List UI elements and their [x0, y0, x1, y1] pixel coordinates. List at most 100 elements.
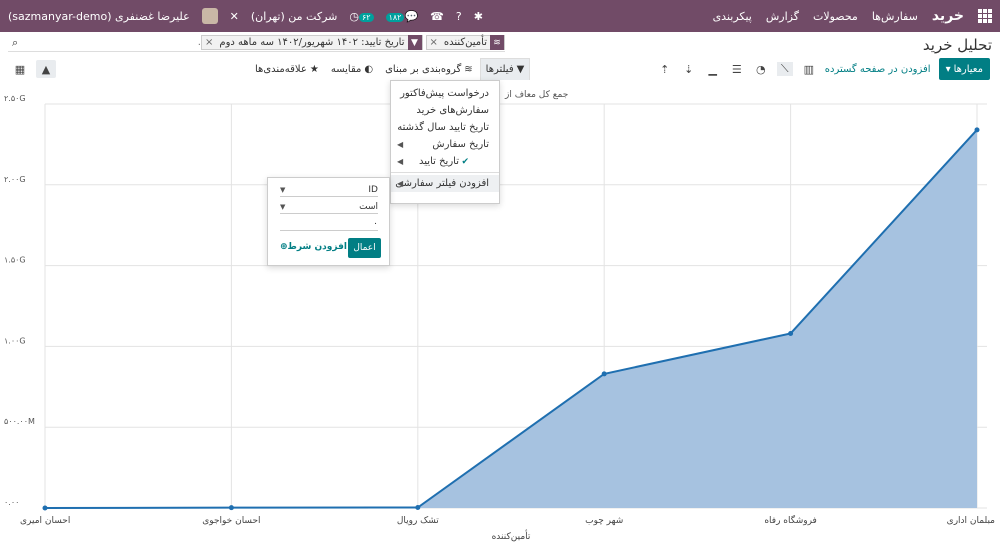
sort-ascending-icon[interactable]: ⇡ [657, 63, 673, 76]
stacked-icon[interactable]: ☰ [729, 63, 745, 76]
custom-filter-popup: ▼ ID ▼ است ۰ اعمال ⊕افزودن شرط [267, 177, 390, 266]
data-point [788, 330, 794, 336]
filter-item-confirm-date[interactable]: ✔ تاریخ تایید ◀ [391, 153, 499, 170]
view-switcher: ▦ ▲ [10, 60, 56, 78]
menu-reporting[interactable]: گزارش [766, 10, 799, 23]
x-tick-label: شهر چوب [585, 516, 623, 526]
avatar[interactable] [201, 8, 218, 24]
apps-menu-icon[interactable] [978, 9, 992, 23]
filter-item-last-year-confirm[interactable]: تاریخ تایید سال گذشته [391, 119, 499, 136]
data-point [601, 371, 607, 377]
activity-button[interactable]: ◷ ۶۲ [349, 9, 374, 23]
search-icon[interactable]: ⌕ [12, 36, 18, 50]
value-text: ۰ [373, 218, 378, 229]
field-select[interactable]: ▼ ID [280, 183, 378, 197]
messages-button[interactable]: ۱۸۲ 💬 [385, 9, 419, 23]
operator-select[interactable]: ▼ است [280, 200, 378, 214]
series-label: جمع کل معاف از [505, 90, 569, 100]
x-axis-label: تأمین‌کننده [492, 529, 531, 542]
phone-icon[interactable]: ☎ [430, 10, 444, 23]
layers-icon: ≋ [464, 63, 473, 75]
sort-descending-icon[interactable]: ⇣ [681, 63, 697, 76]
value-input[interactable]: ۰ [280, 217, 378, 231]
half-circle-icon: ◐ [364, 63, 374, 75]
filter-item-label: تاریخ تایید [419, 156, 459, 167]
filter-item-label: درخواست پیش‌فاکتور [400, 88, 489, 99]
add-condition-button[interactable]: ⊕افزودن شرط [280, 242, 347, 252]
apply-button[interactable]: اعمال [348, 238, 381, 258]
facet-vendor: ≋ تأمین‌کننده × [425, 35, 505, 50]
company-switcher[interactable]: شرکت من (تهران) [251, 10, 338, 23]
area-chart: ۰.۰۰ ۵۰۰.۰۰M ۱.۰۰G ۱.۵۰G ۲.۰۰G ۲.۵۰G احسان امی… [0, 80, 1000, 545]
pie-chart-icon[interactable]: ◔ [753, 63, 769, 76]
cumulative-icon[interactable]: ▁ [705, 63, 721, 76]
favorites-label: علاقه‌مندی‌ها [255, 63, 307, 75]
close-icon[interactable]: × [427, 37, 441, 48]
compare-toggle[interactable]: ◐ مقایسه [326, 58, 378, 80]
graph-toolbar: معیارها ▾ افزودن در صفحه گسترده ▥ ⟋ ◔ ☰ … [657, 58, 990, 80]
filter-item-order-date[interactable]: تاریخ سفارش ◀ [391, 136, 499, 153]
data-point [415, 505, 421, 511]
group-by-toggle[interactable]: ≋ گروه‌بندی بر مبنای [380, 58, 478, 80]
divider [391, 172, 499, 173]
top-navbar: خرید سفارش‌ها محصولات گزارش پیکربندی (sa… [0, 0, 1000, 32]
graph-view-icon[interactable]: ▲ [36, 60, 56, 78]
bug-icon[interactable]: ✱ [474, 10, 483, 23]
line-chart-icon[interactable]: ⟋ [776, 62, 793, 76]
menu-configuration[interactable]: پیکربندی [713, 10, 752, 23]
messages-badge: ۱۸۲ [385, 12, 405, 22]
add-custom-filter-label: افزودن فیلتر سفارشی [395, 178, 489, 189]
search-panel-tabs: ▼ فیلترها ≋ گروه‌بندی بر مبنای ◐ مقایسه … [250, 58, 531, 80]
menu-orders[interactable]: سفارش‌ها [872, 10, 918, 23]
caret-left-icon: ◀ [397, 157, 404, 166]
facet-date-text: تاریخ تایید: ۱۴۰۲ شهریور/۱۴۰۲ سه ماهه دو… [219, 37, 405, 48]
chart-canvas: ۰.۰۰ ۵۰۰.۰۰M ۱.۰۰G ۱.۵۰G ۲.۰۰G ۲.۵۰G احسان امی… [4, 94, 996, 542]
plus-circle-icon: ⊕ [280, 242, 288, 252]
menu-products[interactable]: محصولات [813, 10, 858, 23]
filters-toggle[interactable]: ▼ فیلترها [479, 58, 531, 80]
activity-badge: ۶۲ [358, 12, 374, 22]
chat-icon: 💬 [404, 9, 419, 23]
series-area [45, 129, 977, 508]
user-menu[interactable]: (sazmanyar-demo) علیرضا غضنفری [8, 10, 190, 23]
help-icon[interactable]: ? [456, 10, 462, 23]
filter-item-purchase-orders[interactable]: سفارش‌های خرید [391, 102, 499, 119]
tools-icon[interactable]: ✕ [230, 10, 239, 23]
x-tick-label: فروشگاه رفاه [764, 514, 817, 526]
y-tick-label: ۰.۰۰ [4, 498, 19, 507]
filter-icon: ▼ [516, 64, 525, 75]
search-bar: ⌕ ≋ تأمین‌کننده × ▼ تاریخ تایید: ۱۴۰۲ شه… [8, 34, 505, 52]
measures-label: معیارها [953, 63, 983, 75]
measures-button[interactable]: معیارها ▾ [938, 58, 990, 80]
x-tick-label: احسان امیری [20, 516, 70, 526]
clock-icon: ◷ [349, 9, 359, 23]
y-tick-label: ۱.۰۰G [4, 336, 26, 345]
filters-dropdown: درخواست پیش‌فاکتور سفارش‌های خرید تاریخ … [390, 80, 500, 204]
add-custom-filter[interactable]: افزودن فیلتر سفارشی ◀ [391, 175, 499, 192]
insert-spreadsheet-link[interactable]: افزودن در صفحه گسترده [825, 64, 931, 75]
filter-item-label: تاریخ سفارش [432, 139, 489, 150]
x-tick-label: مبلمان اداری [947, 516, 996, 526]
check-icon: ✔ [461, 156, 469, 167]
caret-down-icon: ▼ [280, 185, 286, 194]
favorites-toggle[interactable]: ★ علاقه‌مندی‌ها [250, 58, 324, 80]
filter-item-rfq[interactable]: درخواست پیش‌فاکتور [391, 85, 499, 102]
add-condition-label: افزودن شرط [287, 242, 347, 252]
y-tick-label: ۲.۵۰G [4, 94, 26, 103]
caret-left-icon: ◀ [397, 140, 404, 149]
data-point [974, 127, 980, 133]
facet-date: ▼ تاریخ تایید: ۱۴۰۲ شهریور/۱۴۰۲ سه ماهه … [200, 35, 423, 50]
x-tick-label: احسان خواجوی [202, 516, 260, 526]
compare-label: مقایسه [330, 63, 362, 75]
y-tick-label: ۲.۰۰G [4, 175, 26, 184]
filter-item-label: تاریخ تایید سال گذشته [397, 122, 489, 133]
x-tick-label: تشک رویال [397, 516, 439, 526]
pivot-view-icon[interactable]: ▦ [10, 60, 30, 78]
data-point [228, 505, 234, 511]
close-icon[interactable]: × [202, 37, 216, 48]
data-point [42, 505, 48, 511]
bar-chart-icon[interactable]: ▥ [801, 63, 817, 76]
layers-icon: ≋ [490, 35, 504, 50]
facet-vendor-text: تأمین‌کننده [443, 37, 487, 48]
app-brand[interactable]: خرید [932, 8, 964, 24]
